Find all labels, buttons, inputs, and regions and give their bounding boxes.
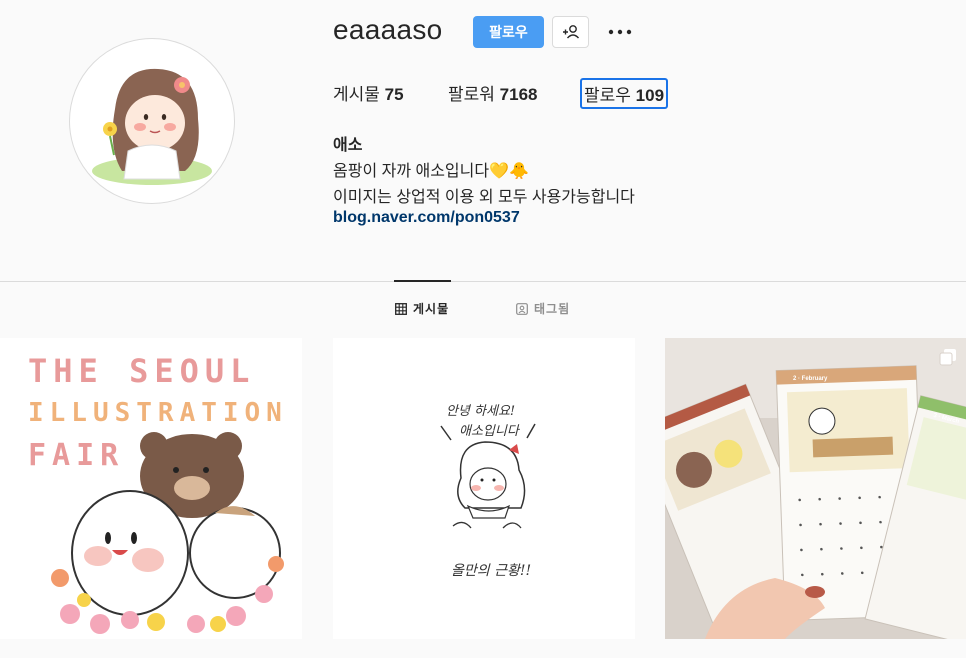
tab-tagged-label: 태그됨: [534, 302, 571, 316]
follow-button[interactable]: 팔로우: [473, 16, 544, 48]
post3-photo: [665, 338, 966, 639]
profile-divider: [0, 281, 966, 282]
post3-month-feb: 2 · February: [793, 376, 828, 382]
more-dots-icon: [608, 29, 632, 35]
grid-icon: [395, 302, 407, 315]
profile-username: eaaaaso: [333, 14, 443, 45]
following-stat-count: 109: [635, 86, 665, 105]
multiple-photos-icon: [939, 349, 956, 366]
post-thumbnail-3[interactable]: 2 · February 3 · March: [665, 338, 966, 639]
bio-external-link[interactable]: blog.naver.com/pon0537: [333, 209, 520, 227]
post2-illustration: [440, 423, 536, 529]
following-stat[interactable]: 팔로우 109: [580, 78, 669, 109]
posts-stat: 게시물 75: [333, 80, 404, 105]
posts-stat-count: 75: [384, 85, 404, 104]
suggested-users-button[interactable]: [552, 16, 589, 48]
followers-stat-label: 팔로워: [448, 85, 495, 104]
tab-tagged[interactable]: 태그됨: [516, 300, 570, 317]
active-tab-indicator: [394, 280, 451, 282]
tagged-icon: [516, 302, 528, 315]
bio-line-2: 이미지는 상업적 이용 외 모두 사용가능합니다: [333, 189, 635, 206]
post1-illustration: [51, 432, 284, 634]
post2-text-line3: 올만의 근황!!: [451, 563, 532, 579]
add-person-icon: [562, 25, 579, 39]
followers-stat-count: 7168: [499, 85, 538, 104]
tab-posts[interactable]: 게시물: [395, 300, 449, 317]
following-stat-label: 팔로우: [584, 86, 631, 105]
bio-full-name: 애소: [333, 137, 363, 154]
post-thumbnail-1[interactable]: THE SEOUL ILLUSTRATION FAIR: [0, 338, 302, 639]
bio-line-1: 옴팡이 자까 애소입니다💛🐥: [333, 163, 529, 180]
post-thumbnail-2[interactable]: 안녕 하세요! 애소입니다 올만의 근황!!: [333, 338, 635, 639]
tab-posts-label: 게시물: [413, 302, 450, 316]
avatar-illustration: [92, 68, 212, 185]
profile-avatar[interactable]: [69, 38, 235, 204]
posts-stat-label: 게시물: [333, 85, 380, 104]
followers-stat[interactable]: 팔로워 7168: [448, 80, 537, 105]
more-options-button[interactable]: [604, 18, 636, 46]
